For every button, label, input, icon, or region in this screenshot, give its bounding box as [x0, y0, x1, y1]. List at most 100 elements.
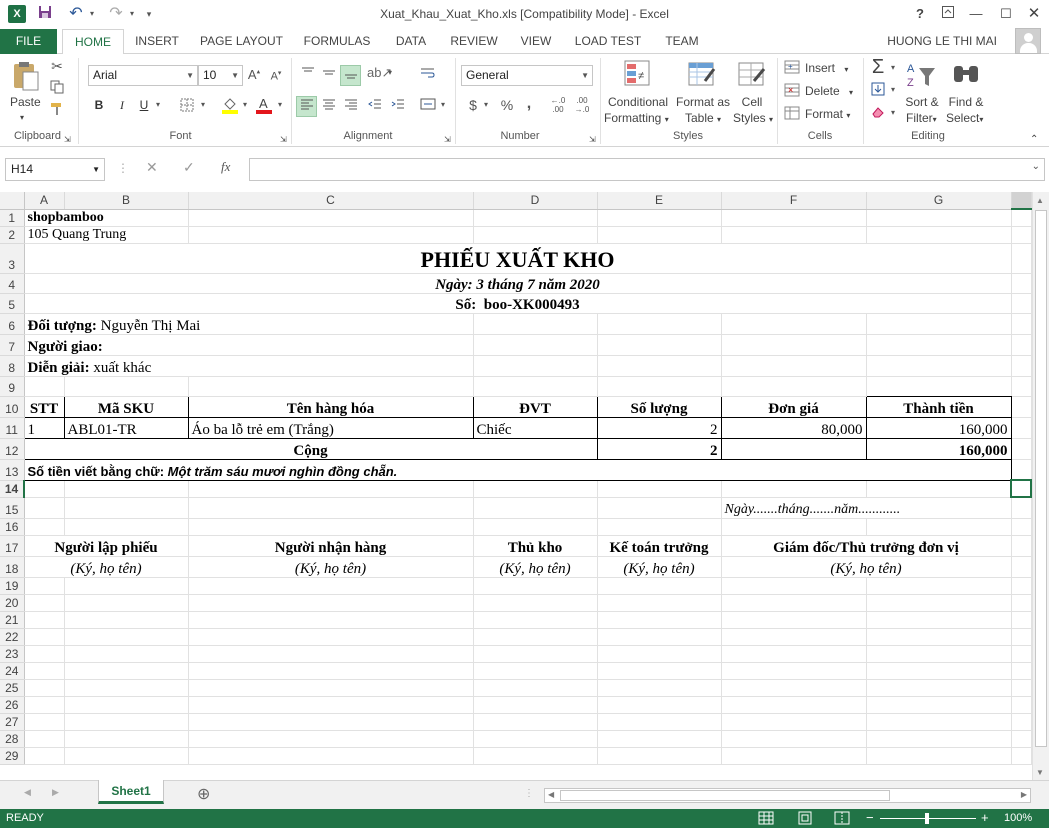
- cell[interactable]: [473, 628, 598, 646]
- cell[interactable]: [597, 518, 722, 536]
- scroll-down-icon[interactable]: ▼: [1036, 768, 1044, 777]
- cell[interactable]: [188, 480, 474, 498]
- cell[interactable]: [721, 662, 867, 680]
- cell[interactable]: [64, 497, 189, 519]
- row-header[interactable]: 10: [0, 396, 25, 418]
- cell[interactable]: [64, 645, 189, 663]
- borders-icon[interactable]: [178, 98, 196, 115]
- cell[interactable]: [24, 628, 65, 646]
- horizontal-scrollbar[interactable]: ◀ ▶: [544, 788, 1031, 803]
- cell-a8[interactable]: Diễn giải: xuất khác: [24, 355, 474, 377]
- row-header[interactable]: 18: [0, 556, 25, 578]
- cell[interactable]: [24, 662, 65, 680]
- cell[interactable]: [1011, 313, 1032, 335]
- cell[interactable]: [473, 594, 598, 612]
- cell[interactable]: [597, 594, 722, 612]
- cell[interactable]: [597, 577, 722, 595]
- cell[interactable]: [866, 594, 1012, 612]
- cell[interactable]: [188, 594, 474, 612]
- next-sheet-icon[interactable]: ▶: [52, 787, 59, 798]
- format-painter-icon[interactable]: [48, 102, 66, 120]
- cell[interactable]: [24, 480, 65, 498]
- cell-styles-icon[interactable]: [736, 59, 768, 91]
- minimize-button[interactable]: —: [966, 4, 986, 24]
- tab-review[interactable]: REVIEW: [448, 29, 500, 54]
- tab-view[interactable]: VIEW: [516, 29, 556, 54]
- close-button[interactable]: ✕: [1024, 4, 1044, 24]
- cell[interactable]: [866, 628, 1012, 646]
- cell[interactable]: [721, 594, 867, 612]
- cell[interactable]: [1011, 355, 1032, 377]
- cut-icon[interactable]: ✂: [48, 58, 66, 76]
- expand-formula-bar-icon[interactable]: ⌄: [1032, 161, 1040, 172]
- row-header[interactable]: 1: [0, 209, 25, 227]
- row-header[interactable]: 5: [0, 293, 25, 314]
- column-header-g[interactable]: G: [866, 192, 1012, 210]
- item-stt[interactable]: 1: [23, 417, 65, 439]
- merge-dropdown-icon[interactable]: ▾: [439, 100, 447, 109]
- percent-button[interactable]: %: [500, 97, 514, 113]
- cell[interactable]: [64, 611, 189, 629]
- cell[interactable]: [473, 611, 598, 629]
- amount-in-words[interactable]: Số tiền viết bằng chữ: Một trăm sáu mươi…: [23, 459, 1012, 481]
- cell[interactable]: [1011, 396, 1032, 418]
- header-quantity[interactable]: Số lượng: [597, 395, 722, 418]
- tab-insert[interactable]: INSERT: [133, 29, 181, 54]
- insert-function-icon[interactable]: fx: [221, 159, 230, 175]
- cell[interactable]: [1011, 556, 1032, 578]
- cell[interactable]: [721, 376, 867, 397]
- tab-file[interactable]: FILE: [0, 29, 57, 54]
- signer-chief-accountant[interactable]: Kế toán trưởng: [597, 535, 722, 557]
- total-quantity[interactable]: 2: [597, 438, 722, 460]
- header-unit-price[interactable]: Đơn giá: [721, 395, 867, 418]
- cell[interactable]: [597, 730, 722, 748]
- cell[interactable]: [188, 209, 474, 227]
- cell[interactable]: [866, 662, 1012, 680]
- sort-filter-icon[interactable]: AZ: [904, 60, 938, 90]
- clipboard-launcher-icon[interactable]: ⇲: [64, 132, 71, 148]
- enter-icon[interactable]: ✓: [183, 159, 195, 176]
- cell[interactable]: [721, 628, 867, 646]
- insert-cells-icon[interactable]: +: [784, 60, 800, 77]
- cell[interactable]: [721, 679, 867, 697]
- cell[interactable]: [473, 679, 598, 697]
- cell[interactable]: [1011, 417, 1032, 439]
- cell[interactable]: [721, 209, 867, 227]
- signer-storekeeper[interactable]: Thủ kho: [473, 535, 598, 557]
- cell[interactable]: [24, 730, 65, 748]
- cell[interactable]: [1011, 459, 1032, 481]
- cell[interactable]: [721, 313, 867, 335]
- worksheet-grid[interactable]: A B C D E F G 1 shopbamboo 2 105 Quang T…: [0, 192, 1032, 780]
- insert-cells-label[interactable]: Insert ▾: [805, 60, 848, 78]
- row-header[interactable]: 29: [0, 747, 25, 765]
- sign-note[interactable]: (Ký, họ tên): [721, 556, 1012, 578]
- cell[interactable]: [597, 679, 722, 697]
- cell[interactable]: [866, 611, 1012, 629]
- cell-styles-label-2[interactable]: Styles ▾: [733, 110, 773, 128]
- cell[interactable]: [1011, 645, 1032, 663]
- cell[interactable]: [188, 645, 474, 663]
- worksheet-table[interactable]: A B C D E F G 1 shopbamboo 2 105 Quang T…: [0, 192, 1032, 765]
- cell[interactable]: [24, 577, 65, 595]
- sort-filter-label-2[interactable]: Filter▾: [906, 110, 937, 128]
- cell[interactable]: [473, 747, 598, 765]
- cell[interactable]: [597, 747, 722, 765]
- horizontal-scroll-thumb[interactable]: [560, 790, 890, 801]
- cell[interactable]: [866, 518, 1012, 536]
- number-launcher-icon[interactable]: ⇲: [589, 132, 596, 148]
- cell[interactable]: [1011, 696, 1032, 714]
- delete-cells-label[interactable]: Delete ▾: [805, 83, 853, 101]
- total-label[interactable]: Cộng: [23, 438, 598, 460]
- cell[interactable]: [188, 611, 474, 629]
- zoom-level[interactable]: 100%: [1004, 809, 1032, 828]
- format-cells-icon[interactable]: [784, 106, 800, 123]
- cell-a2[interactable]: 105 Quang Trung: [24, 226, 189, 244]
- maximize-button[interactable]: ☐: [996, 4, 1016, 24]
- cell[interactable]: [1011, 273, 1032, 294]
- cell[interactable]: [597, 696, 722, 714]
- cell[interactable]: [1011, 730, 1032, 748]
- cell[interactable]: [1011, 518, 1032, 536]
- cell[interactable]: [1011, 376, 1032, 397]
- cell[interactable]: [64, 679, 189, 697]
- page-layout-view-icon[interactable]: [797, 811, 813, 828]
